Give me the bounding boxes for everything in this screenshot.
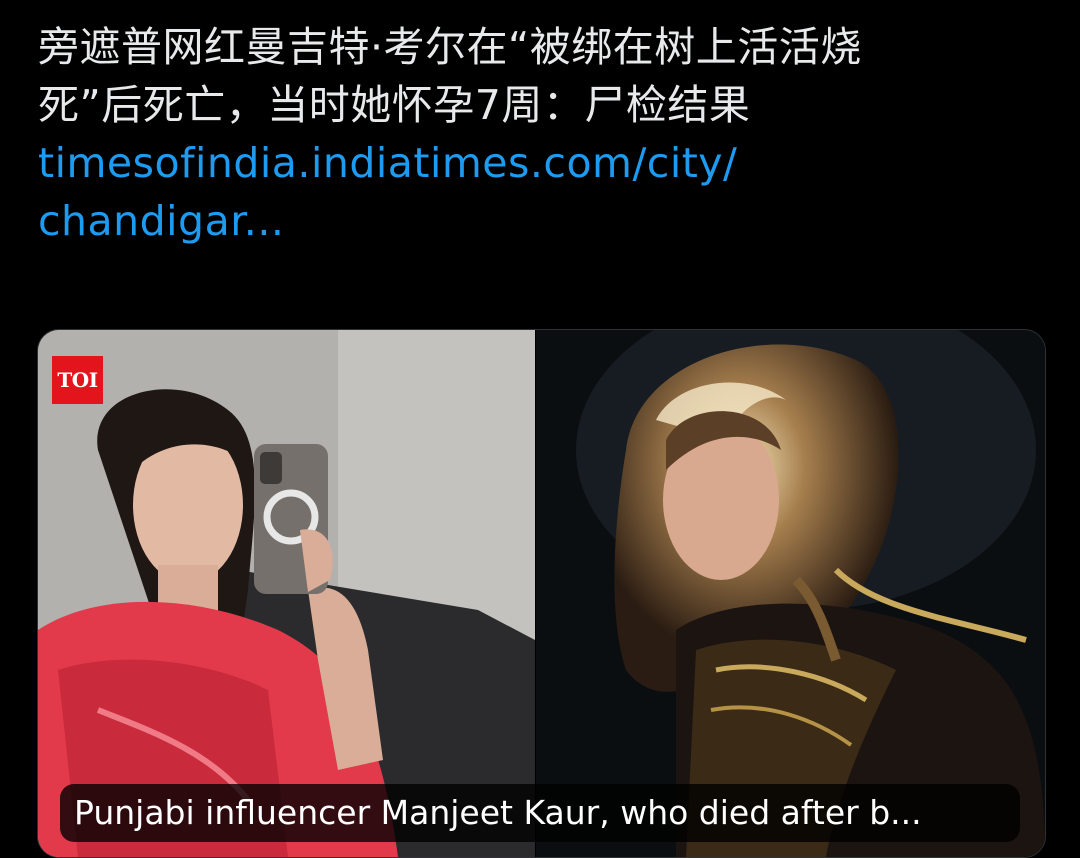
portrait-photo-illustration bbox=[536, 330, 1045, 857]
article-link-line-1: timesofindia.indiatimes.com/city/ bbox=[38, 139, 738, 187]
selfie-photo-illustration bbox=[38, 330, 535, 857]
tweet-text: 旁遮普网红曼吉特·考尔在“被绑在树上活活烧 死”后死亡，当时她怀孕7周：尸检结果… bbox=[38, 18, 1058, 250]
link-preview-card[interactable]: TOI Punjabi influencer Manjeet Kaur, who… bbox=[37, 329, 1046, 858]
article-link-continued[interactable]: chandigar... bbox=[38, 192, 1058, 250]
article-link[interactable]: timesofindia.indiatimes.com/city/ bbox=[38, 134, 1058, 192]
toi-logo: TOI bbox=[52, 356, 103, 404]
tweet-text-line-1: 旁遮普网红曼吉特·考尔在“被绑在树上活活烧 bbox=[38, 23, 862, 71]
preview-photo-right bbox=[536, 330, 1045, 857]
preview-caption: Punjabi influencer Manjeet Kaur, who die… bbox=[60, 784, 1020, 842]
tweet-text-line-2: 死”后死亡，当时她怀孕7周：尸检结果 bbox=[38, 81, 751, 129]
preview-photo-left: TOI bbox=[38, 330, 535, 857]
article-link-line-2: chandigar... bbox=[38, 197, 285, 245]
